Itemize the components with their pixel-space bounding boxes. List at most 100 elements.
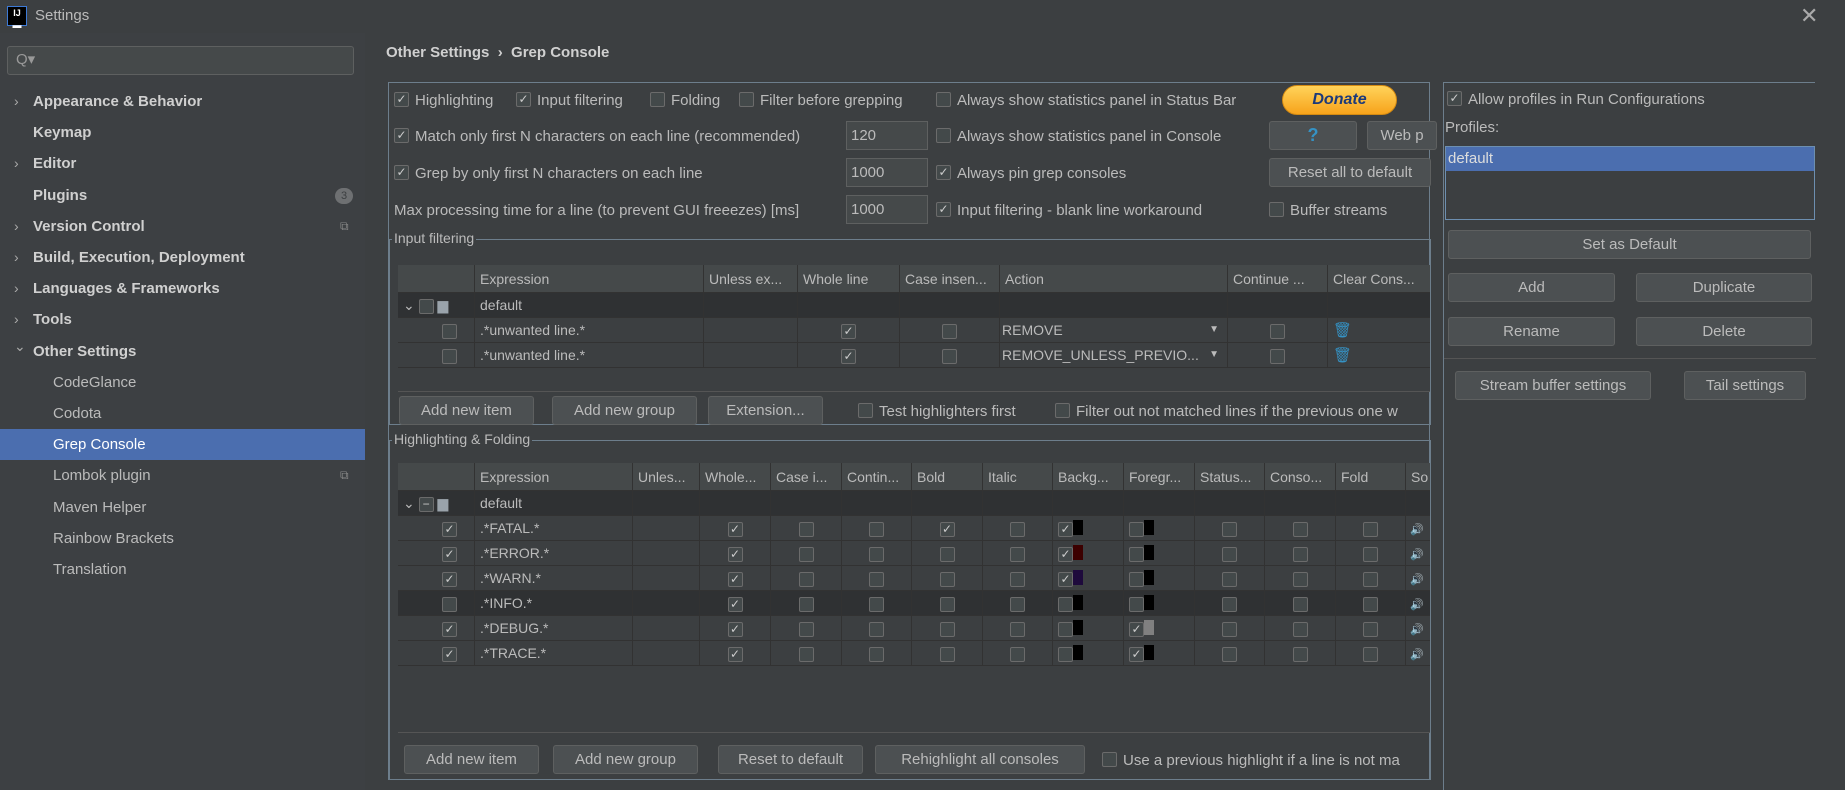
table-row[interactable]: ✓ .*FATAL.* ✓ ✓ ✓ 🔊 [398, 516, 1430, 541]
foreground-color-swatch[interactable] [1144, 520, 1154, 536]
stats-status-bar-checkbox[interactable]: Always show statistics panel in Status B… [936, 92, 1236, 109]
console-checkbox[interactable] [1292, 571, 1308, 587]
highlight-add-group-button[interactable]: Add new group [553, 745, 698, 774]
case-insensitive-checkbox[interactable] [798, 621, 814, 637]
background-checkbox[interactable]: ✓ [1058, 571, 1073, 587]
sound-icon[interactable]: 🔊 [1410, 599, 1424, 611]
italic-checkbox[interactable] [1010, 521, 1025, 537]
grep-first-n-checkbox[interactable]: ✓ Grep by only first N characters on each… [394, 165, 703, 182]
sidebar-item[interactable]: Translation [0, 554, 365, 585]
table-row[interactable]: ✓ .*DEBUG.* ✓ ✓ 🔊 [398, 616, 1430, 641]
italic-checkbox[interactable] [1010, 646, 1025, 662]
profile-item[interactable]: default [1446, 147, 1814, 171]
group-row[interactable]: ⌄ ▆ default [398, 293, 1430, 318]
foreground-color-swatch[interactable] [1144, 545, 1154, 561]
continue-checkbox[interactable] [869, 546, 884, 562]
status-bar-checkbox[interactable] [1222, 571, 1237, 587]
bold-checkbox[interactable]: ✓ [939, 521, 955, 537]
expand-chevron-icon[interactable]: ⌄ [403, 495, 419, 511]
checkbox-box[interactable]: ✓ [516, 92, 531, 108]
checkbox-box[interactable] [1102, 752, 1117, 768]
chevron-right-icon[interactable]: › [14, 148, 19, 179]
add-profile-button[interactable]: Add [1448, 273, 1615, 302]
bold-checkbox[interactable] [939, 621, 955, 637]
action-dropdown[interactable]: REMOVE ▼ [1000, 318, 1228, 342]
blank-line-checkbox[interactable]: ✓ Input filtering - blank line workaround [936, 202, 1202, 219]
whole-line-checkbox[interactable]: ✓ [727, 571, 743, 587]
stream-buffer-settings-button[interactable]: Stream buffer settings [1455, 371, 1651, 400]
sidebar-item[interactable]: › Editor [0, 148, 365, 179]
enabled-checkbox[interactable] [442, 348, 457, 364]
tail-settings-button[interactable]: Tail settings [1684, 371, 1806, 400]
continue-checkbox[interactable] [869, 621, 884, 637]
sound-icon[interactable]: 🔊 [1410, 624, 1424, 636]
foreground-color-swatch[interactable] [1144, 620, 1154, 636]
grep-first-n-input[interactable]: 1000 [846, 158, 928, 187]
case-insensitive-checkbox[interactable] [798, 521, 814, 537]
sidebar-item[interactable]: Codota [0, 398, 365, 429]
fold-checkbox[interactable] [1363, 521, 1378, 537]
expand-chevron-icon[interactable]: ⌄ [403, 297, 419, 313]
checkbox-box[interactable] [936, 92, 951, 108]
background-color-swatch[interactable] [1073, 595, 1083, 611]
fold-checkbox[interactable] [1363, 596, 1378, 612]
group-row[interactable]: ⌄ − ▆ default [398, 491, 1430, 516]
input-filtering-checkbox[interactable]: ✓ Input filtering [516, 92, 623, 109]
sidebar-item[interactable]: › Build, Execution, Deployment [0, 242, 365, 273]
background-checkbox[interactable] [1058, 621, 1073, 637]
breadcrumb-parent[interactable]: Other Settings [386, 44, 489, 61]
case-insensitive-checkbox[interactable] [798, 596, 814, 612]
case-insensitive-checkbox[interactable] [942, 323, 957, 339]
sidebar-item[interactable]: ⌄ Other Settings [0, 336, 365, 367]
input-filter-extension-button[interactable]: Extension... [708, 396, 823, 425]
enabled-checkbox[interactable]: ✓ [442, 646, 457, 662]
italic-checkbox[interactable] [1010, 546, 1025, 562]
highlight-rehighlight-button[interactable]: Rehighlight all consoles [875, 745, 1085, 774]
sidebar-item[interactable]: Rainbow Brackets [0, 523, 365, 554]
table-header[interactable]: Expression Unles... Whole... Case i... Conti… [398, 463, 1430, 491]
highlighting-checkbox[interactable]: ✓ Highlighting [394, 92, 493, 109]
whole-line-checkbox[interactable]: ✓ [727, 596, 743, 612]
table-row[interactable]: .*INFO.* ✓ 🔊 [398, 591, 1430, 616]
sidebar-item[interactable]: Maven Helper [0, 492, 365, 523]
web-page-button[interactable]: Web p [1367, 121, 1437, 150]
checkbox-box[interactable] [936, 128, 951, 144]
enabled-checkbox[interactable]: ✓ [442, 571, 457, 587]
foreground-color-swatch[interactable] [1144, 645, 1154, 661]
continue-checkbox[interactable] [1270, 348, 1285, 364]
group-checkbox[interactable]: − [418, 496, 434, 512]
italic-checkbox[interactable] [1010, 621, 1025, 637]
whole-line-checkbox[interactable]: ✓ [841, 348, 856, 364]
set-as-default-button[interactable]: Set as Default [1448, 230, 1811, 259]
continue-checkbox[interactable] [1270, 323, 1285, 339]
checkbox-box[interactable] [858, 403, 873, 419]
sidebar-item[interactable]: › Appearance & Behavior [0, 86, 365, 117]
checkbox-box[interactable] [1269, 202, 1284, 218]
foreground-checkbox[interactable] [1129, 546, 1144, 562]
sidebar-item[interactable]: › Version Control ⧉ [0, 211, 365, 242]
chevron-right-icon[interactable]: › [14, 242, 19, 273]
whole-line-checkbox[interactable]: ✓ [727, 646, 743, 662]
background-color-swatch[interactable] [1073, 545, 1083, 561]
duplicate-profile-button[interactable]: Duplicate [1636, 273, 1812, 302]
action-dropdown[interactable]: REMOVE_UNLESS_PREVIO... ▼ [1000, 343, 1228, 367]
enabled-checkbox[interactable] [442, 596, 457, 612]
background-checkbox[interactable]: ✓ [1058, 546, 1073, 562]
sound-icon[interactable]: 🔊 [1410, 649, 1424, 661]
checkbox-box[interactable]: ✓ [1447, 91, 1462, 107]
status-bar-checkbox[interactable] [1222, 646, 1237, 662]
trash-icon[interactable]: 🗑 [1333, 347, 1352, 364]
case-insensitive-checkbox[interactable] [942, 348, 957, 364]
match-first-n-checkbox[interactable]: ✓ Match only first N characters on each l… [394, 128, 800, 145]
whole-line-checkbox[interactable]: ✓ [727, 621, 743, 637]
sidebar-item[interactable]: Lombok plugin ⧉ [0, 460, 365, 491]
input-filter-add-group-button[interactable]: Add new group [552, 396, 697, 425]
background-checkbox[interactable] [1058, 596, 1073, 612]
table-row[interactable]: ✓ .*ERROR.* ✓ ✓ 🔊 [398, 541, 1430, 566]
close-icon[interactable]: ✕ [1800, 3, 1818, 29]
chevron-right-icon[interactable]: › [14, 211, 19, 242]
chevron-right-icon[interactable]: › [14, 273, 19, 304]
case-insensitive-checkbox[interactable] [798, 546, 814, 562]
foreground-color-swatch[interactable] [1144, 570, 1154, 586]
reset-all-button[interactable]: Reset all to default [1269, 158, 1431, 187]
